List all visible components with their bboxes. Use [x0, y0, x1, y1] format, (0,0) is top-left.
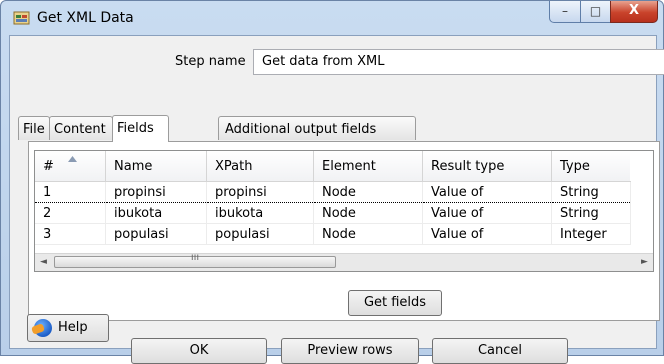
- tab-fields[interactable]: Fields: [112, 115, 169, 142]
- column-header-label: #: [43, 158, 54, 174]
- tab-file-label: File: [23, 122, 45, 137]
- tab-content-label: Content: [54, 122, 106, 137]
- tab-fields-label: Fields: [117, 121, 154, 136]
- fields-panel: # Name XPath Element Result type Type 1 …: [28, 141, 660, 321]
- column-header-number[interactable]: #: [35, 151, 106, 182]
- column-header-xpath[interactable]: XPath: [206, 151, 314, 182]
- table-cell[interactable]: ibukota: [206, 202, 314, 224]
- table-cell[interactable]: ibukota: [105, 202, 207, 224]
- tab-additional-output-fields[interactable]: Additional output fields: [218, 116, 416, 140]
- column-header-result-type[interactable]: Result type: [422, 151, 552, 182]
- column-header-element[interactable]: Element: [313, 151, 423, 182]
- close-icon: X: [628, 3, 640, 18]
- scroll-right-icon[interactable]: ►: [636, 254, 653, 271]
- table-row[interactable]: 3 populasi populasi Node Value of Intege…: [35, 223, 631, 245]
- fields-table[interactable]: # Name XPath Element Result type Type 1 …: [34, 150, 654, 272]
- window-title: Get XML Data: [37, 10, 134, 26]
- column-header-type[interactable]: Type: [551, 151, 630, 182]
- maximize-button[interactable]: □: [580, 1, 611, 23]
- table-cell[interactable]: 3: [35, 223, 106, 245]
- table-row[interactable]: 2 ibukota ibukota Node Value of String: [35, 202, 631, 224]
- table-cell[interactable]: Value of: [422, 223, 552, 245]
- maximize-icon: □: [589, 4, 602, 18]
- cancel-button[interactable]: Cancel: [432, 338, 568, 364]
- minimize-button[interactable]: –: [549, 1, 581, 23]
- column-header-name[interactable]: Name: [105, 151, 207, 182]
- table-cell[interactable]: String: [551, 181, 631, 203]
- table-row[interactable]: 1 propinsi propinsi Node Value of String: [35, 181, 631, 203]
- scroll-left-icon[interactable]: ◄: [35, 254, 52, 271]
- tab-content[interactable]: Content: [49, 116, 113, 140]
- table-cell[interactable]: Node: [313, 202, 423, 224]
- table-header-row: # Name XPath Element Result type Type: [35, 151, 630, 182]
- sort-arrow-icon: [68, 156, 77, 162]
- titlebar[interactable]: Get XML Data – □ X: [1, 1, 663, 35]
- app-icon: [13, 11, 30, 25]
- dialog-client-area: Step name Get data from XML File Content…: [9, 35, 664, 364]
- horizontal-scrollbar[interactable]: ◄ ııı ►: [35, 252, 653, 271]
- get-fields-button[interactable]: Get fields: [348, 290, 442, 316]
- table-cell[interactable]: Node: [313, 181, 423, 203]
- ok-button[interactable]: OK: [131, 338, 267, 364]
- column-header-label: Result type: [431, 158, 505, 174]
- help-label: Help: [58, 320, 88, 335]
- grip-icon: ııı: [190, 252, 200, 263]
- step-name-label: Step name: [175, 54, 246, 69]
- minimize-icon: –: [562, 4, 568, 18]
- table-cell[interactable]: populasi: [105, 223, 207, 245]
- column-header-label: Type: [560, 158, 590, 174]
- step-name-input[interactable]: Get data from XML: [253, 49, 664, 75]
- table-cell[interactable]: 1: [35, 181, 106, 203]
- column-header-label: Element: [322, 158, 376, 174]
- table-cell[interactable]: propinsi: [206, 181, 314, 203]
- dialog-window: Get XML Data – □ X Step name Get data fr…: [0, 0, 664, 364]
- get-fields-label: Get fields: [363, 295, 427, 310]
- table-cell[interactable]: 2: [35, 202, 106, 224]
- table-cell[interactable]: String: [551, 202, 631, 224]
- column-header-label: Name: [114, 158, 153, 174]
- help-icon: [34, 319, 52, 337]
- table-cell[interactable]: Value of: [422, 202, 552, 224]
- preview-rows-button[interactable]: Preview rows: [281, 338, 419, 364]
- table-cell[interactable]: Integer: [551, 223, 631, 245]
- help-button[interactable]: Help: [27, 314, 109, 342]
- tab-additional-label: Additional output fields: [225, 122, 377, 137]
- table-cell[interactable]: populasi: [206, 223, 314, 245]
- column-header-label: XPath: [215, 158, 253, 174]
- scrollbar-thumb[interactable]: ııı: [54, 252, 336, 268]
- table-cell[interactable]: Node: [313, 223, 423, 245]
- tab-file[interactable]: File: [18, 116, 50, 140]
- table-cell[interactable]: propinsi: [105, 181, 207, 203]
- close-button[interactable]: X: [610, 1, 658, 23]
- table-cell[interactable]: Value of: [422, 181, 552, 203]
